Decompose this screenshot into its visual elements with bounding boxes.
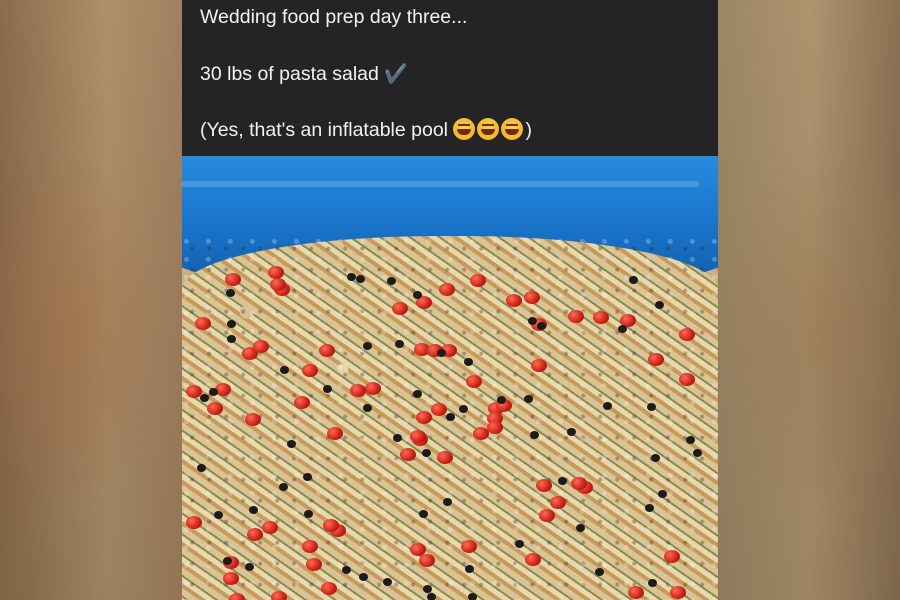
olive xyxy=(245,562,255,571)
olive xyxy=(427,592,437,600)
tomato xyxy=(570,477,587,491)
caption-line-3-close: ) xyxy=(525,119,532,141)
tomato xyxy=(391,301,408,315)
tomato xyxy=(186,515,203,529)
olive xyxy=(418,509,428,518)
post-caption: Wedding food prep day three... 30 lbs of… xyxy=(182,0,718,156)
olive xyxy=(355,275,365,284)
tomato xyxy=(261,521,278,535)
olive xyxy=(628,275,638,284)
tomato xyxy=(538,509,555,523)
olive xyxy=(322,384,332,393)
tomato xyxy=(320,581,337,595)
olive xyxy=(657,489,667,498)
tomato xyxy=(224,272,241,286)
olive xyxy=(529,430,539,439)
tomato xyxy=(194,316,211,330)
olive xyxy=(647,578,657,587)
tomato xyxy=(322,518,339,532)
olive xyxy=(436,348,446,357)
tomato xyxy=(270,591,287,600)
tomato xyxy=(628,585,645,599)
tomato xyxy=(267,266,284,280)
laughing-emoji-icon xyxy=(477,118,500,140)
olive xyxy=(463,358,473,367)
olive xyxy=(226,319,236,328)
tomato xyxy=(206,402,223,416)
tomato xyxy=(247,527,264,541)
olive xyxy=(222,556,232,565)
tomato xyxy=(301,363,318,377)
tomato xyxy=(301,540,318,554)
olive xyxy=(617,324,627,333)
tomato xyxy=(223,571,240,585)
check-mark-icon: ✔️ xyxy=(384,64,408,85)
olive xyxy=(209,387,219,396)
tomato xyxy=(568,309,585,323)
caption-line-3-text: (Yes, that's an inflatable pool xyxy=(200,119,454,141)
tomato xyxy=(663,549,680,563)
olive xyxy=(413,290,423,299)
olive xyxy=(382,578,392,587)
tomato xyxy=(419,553,436,567)
tomato xyxy=(437,451,454,465)
caption-line-1: Wedding food prep day three... xyxy=(200,6,468,28)
tomato xyxy=(678,373,695,387)
olive xyxy=(445,412,455,421)
olive xyxy=(527,316,537,325)
tomato xyxy=(400,447,416,461)
tomato xyxy=(252,339,269,353)
caption-line-2: 30 lbs of pasta salad ✔️ xyxy=(200,62,408,86)
caption-line-3: (Yes, that's an inflatable pool ) xyxy=(200,118,532,142)
olive xyxy=(537,321,547,330)
tomato xyxy=(185,384,202,398)
tomato xyxy=(409,429,426,443)
tomato xyxy=(244,412,261,426)
pasta-salad-photo xyxy=(182,156,718,600)
tomato xyxy=(549,496,566,510)
caption-line-2-text: 30 lbs of pasta salad xyxy=(200,63,379,85)
olive xyxy=(651,453,661,462)
olive xyxy=(566,428,576,437)
tomato xyxy=(306,557,323,571)
olive xyxy=(278,482,288,491)
olive xyxy=(422,585,432,594)
tomato xyxy=(438,283,455,297)
tomato xyxy=(364,381,381,395)
pool-ridge xyxy=(182,181,698,187)
olive xyxy=(225,288,235,297)
laughing-emoji-icon xyxy=(501,118,524,140)
olive xyxy=(362,403,372,412)
tomato xyxy=(531,358,548,372)
olive xyxy=(685,435,695,444)
olive xyxy=(386,276,396,285)
olive xyxy=(468,592,478,600)
olive xyxy=(692,449,702,458)
tomato xyxy=(293,395,310,409)
olive xyxy=(654,300,664,309)
olive xyxy=(421,448,431,457)
tomato xyxy=(430,402,447,416)
tomato xyxy=(228,592,245,600)
laughing-emoji-icon xyxy=(453,118,476,140)
olive xyxy=(302,473,312,482)
social-post: Wedding food prep day three... 30 lbs of… xyxy=(182,0,718,600)
olive xyxy=(213,510,223,519)
olive xyxy=(394,339,404,348)
olive xyxy=(342,565,352,574)
